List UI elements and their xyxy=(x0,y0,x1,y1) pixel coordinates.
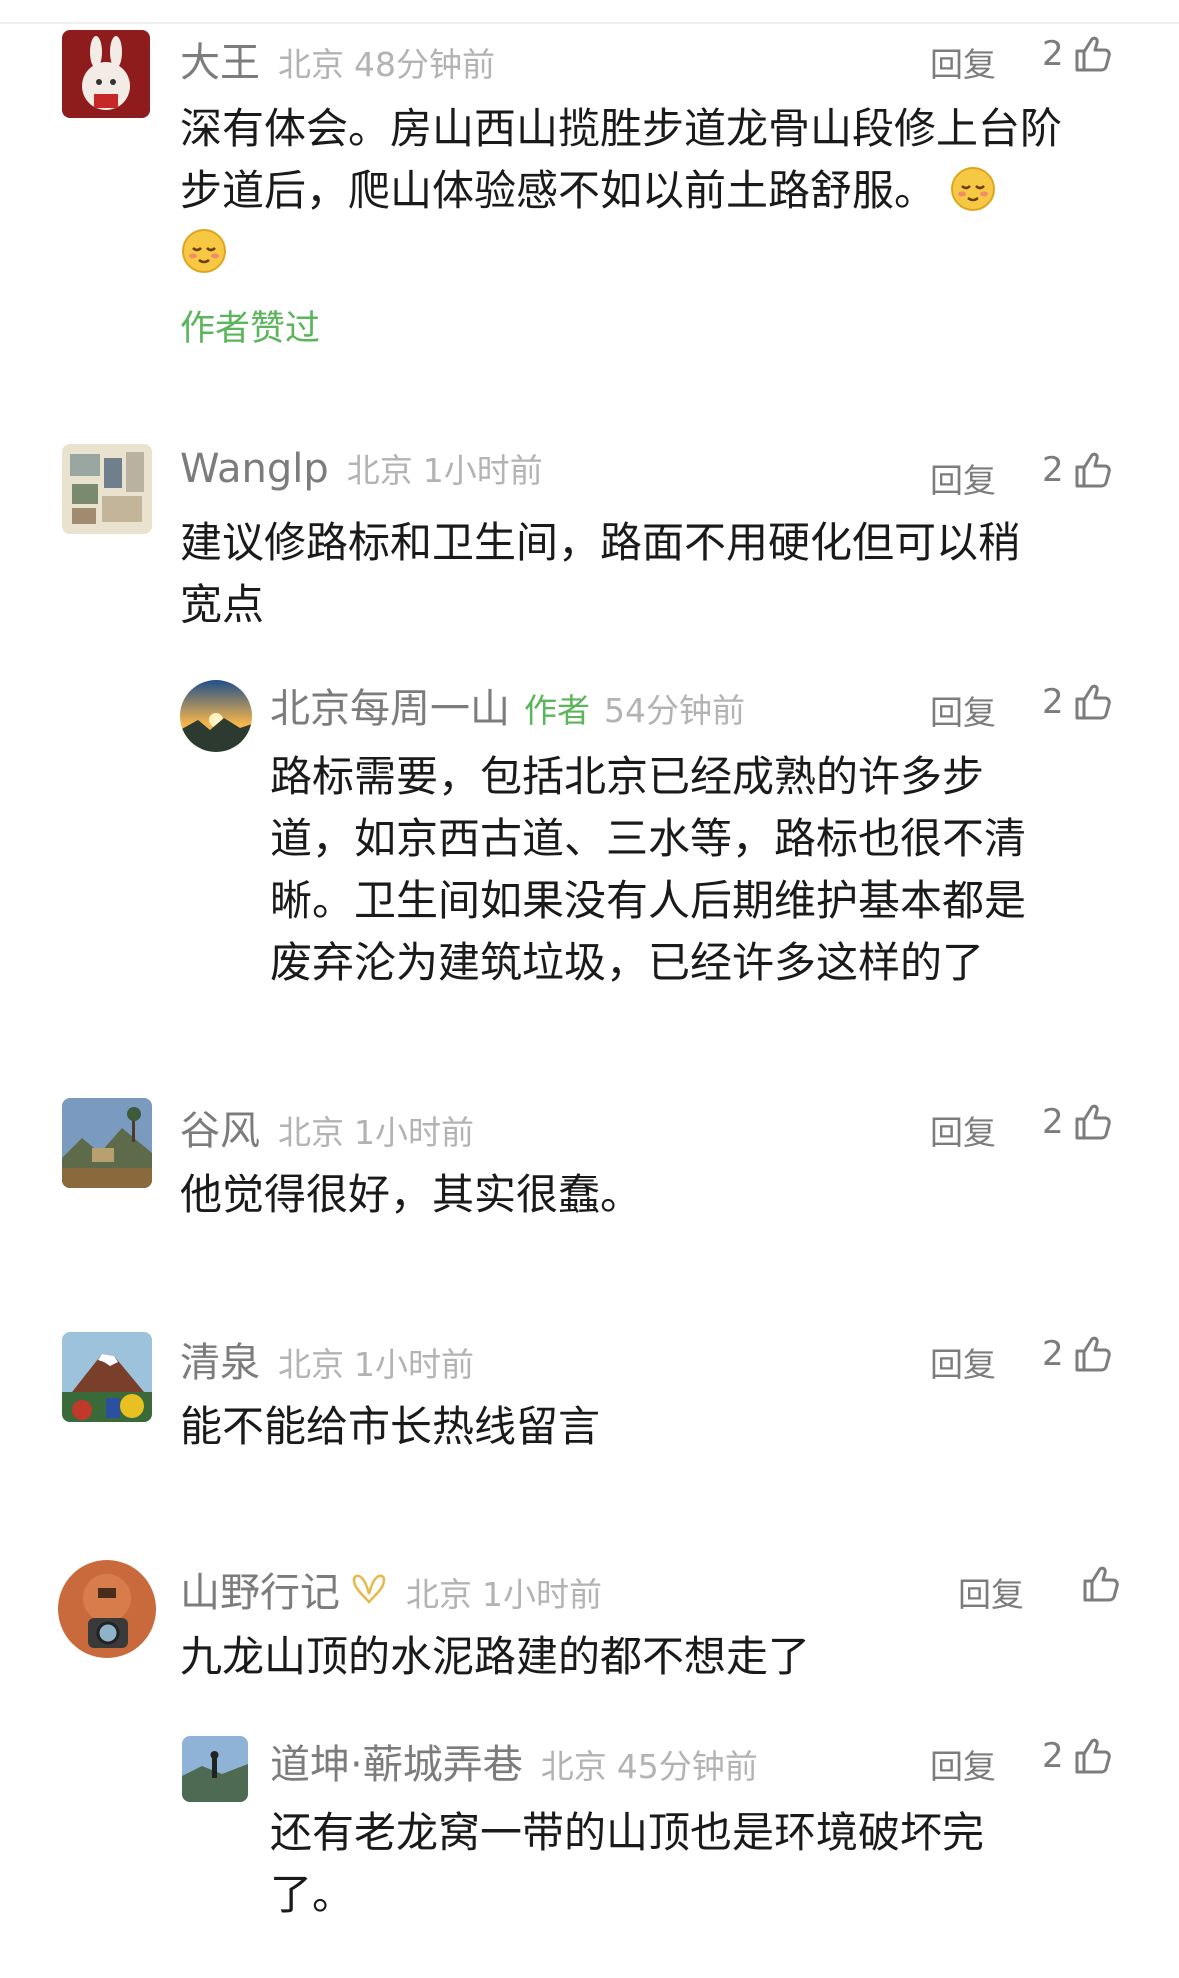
comment-location: 北京 xyxy=(406,1575,472,1614)
like-count: 2 xyxy=(1042,1102,1064,1142)
like-count: 2 xyxy=(1042,682,1064,722)
thumbs-up-icon xyxy=(1075,452,1111,488)
comment-text-line: 了。 xyxy=(270,1870,355,1919)
thumbs-up-icon xyxy=(1075,1738,1111,1774)
author-tag: 作者 xyxy=(524,691,590,730)
reply-button[interactable]: 回复 xyxy=(930,1106,996,1154)
commenter-name[interactable]: 清泉 xyxy=(180,1330,260,1388)
comment-text-line: 废弃沦为建筑垃圾，已经许多这样的了 xyxy=(270,938,985,987)
comment-text-line: 还有老龙窝一带的山顶也是环境破坏完 xyxy=(270,1808,985,1857)
comment-location: 北京 xyxy=(278,1113,344,1152)
landscape-avatar-icon[interactable] xyxy=(62,1098,152,1188)
thumbs-up-icon xyxy=(1075,684,1111,720)
smiling-face-emoji-icon xyxy=(951,167,996,211)
comment-text: 他觉得很好，其实很蠢。 xyxy=(180,1170,643,1219)
like-count: 2 xyxy=(1042,34,1064,74)
like-count: 2 xyxy=(1042,1736,1064,1776)
mountain-sunrise-avatar-icon[interactable] xyxy=(180,680,252,752)
comment-location: 北京 xyxy=(278,1345,344,1384)
comment-time: 1小时前 xyxy=(354,1113,474,1152)
comment-time: 1小时前 xyxy=(422,451,543,490)
thumbs-up-icon xyxy=(1075,1336,1111,1372)
comment-time: 45分钟前 xyxy=(616,1747,758,1786)
comment-text-line: 晰。卫生间如果没有人后期维护基本都是 xyxy=(270,876,1027,925)
comment-text: 深有体会。房山西山揽胜步道龙骨山段修上台阶步道后，爬山体验感不如以前土路舒服。 xyxy=(180,104,1063,215)
author-liked-label: 作者赞过 xyxy=(180,309,321,349)
commenter-name[interactable]: 北京每周一山 xyxy=(270,676,510,734)
comment-text-line: 建议修路标和卫生间，路面不用硬化但可以稍 xyxy=(180,518,1021,567)
comment-time: 48分钟前 xyxy=(354,45,495,84)
comment-time: 1小时前 xyxy=(354,1345,474,1384)
hiker-avatar-icon[interactable] xyxy=(182,1736,248,1802)
like-button[interactable]: 2 xyxy=(1042,682,1112,722)
reply-button[interactable]: 回复 xyxy=(958,1568,1024,1616)
comment-text-line: 道，如京西古道、三水等，路标也很不清 xyxy=(270,814,1027,863)
comment-location: 北京 xyxy=(346,451,413,490)
like-button[interactable] xyxy=(1072,1564,1120,1604)
volcano-avatar-icon[interactable] xyxy=(62,1332,152,1422)
comment-text-line: 路标需要，包括北京已经成熟的许多步 xyxy=(270,752,985,801)
commenter-name[interactable]: 道坤·蕲城弄巷 xyxy=(270,1732,523,1790)
reply-button[interactable]: 回复 xyxy=(930,38,996,86)
comment-location: 北京 xyxy=(540,1747,607,1786)
commenter-name[interactable]: 谷风 xyxy=(180,1098,260,1156)
like-count: 2 xyxy=(1042,1334,1064,1374)
like-button[interactable]: 2 xyxy=(1042,34,1112,74)
thumbs-up-icon xyxy=(1075,36,1111,72)
like-button[interactable]: 2 xyxy=(1042,1334,1112,1374)
reply-button[interactable]: 回复 xyxy=(930,454,996,502)
comment-text-line: 宽点 xyxy=(180,580,265,629)
camera-avatar-icon[interactable] xyxy=(58,1560,156,1658)
top-divider xyxy=(0,22,1179,24)
commenter-name[interactable]: Wanglp xyxy=(180,446,329,492)
reply-button[interactable]: 回复 xyxy=(930,1338,996,1386)
collage-avatar-icon[interactable] xyxy=(62,444,152,534)
reply-button[interactable]: 回复 xyxy=(930,686,996,734)
thumbs-up-icon xyxy=(1075,1104,1111,1140)
like-button[interactable]: 2 xyxy=(1042,1736,1112,1776)
rabbit-avatar-icon[interactable] xyxy=(62,30,150,118)
commenter-name[interactable]: 山野行记 xyxy=(180,1560,340,1618)
commenter-name[interactable]: 大王 xyxy=(180,30,260,88)
reply-button[interactable]: 回复 xyxy=(930,1740,996,1788)
smiling-face-emoji-icon xyxy=(182,229,226,273)
comment-time: 1小时前 xyxy=(482,1575,602,1614)
comment-text: 九龙山顶的水泥路建的都不想走了 xyxy=(180,1632,811,1681)
comment-time: 54分钟前 xyxy=(604,691,745,730)
verified-badge-icon xyxy=(352,1574,386,1604)
thumbs-up-icon xyxy=(1083,1566,1119,1602)
like-count: 2 xyxy=(1042,450,1064,490)
comment-text: 能不能给市长热线留言 xyxy=(180,1402,601,1451)
comment-location: 北京 xyxy=(278,45,344,84)
like-button[interactable]: 2 xyxy=(1042,1102,1112,1142)
like-button[interactable]: 2 xyxy=(1042,450,1112,490)
